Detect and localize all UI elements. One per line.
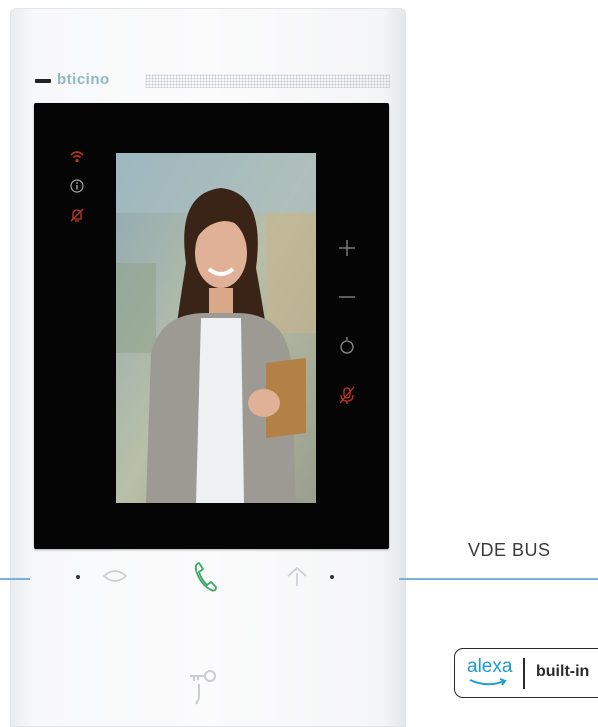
video-feed xyxy=(116,153,316,503)
divider-line xyxy=(399,578,598,580)
wifi-icon[interactable] xyxy=(69,149,85,165)
divider-line xyxy=(0,578,30,580)
visitor-video-image xyxy=(116,153,316,503)
screen-controls xyxy=(337,238,361,434)
led-dot xyxy=(330,575,334,579)
speaker-grille xyxy=(145,74,390,88)
intercom-screen xyxy=(34,103,389,549)
alexa-smile-icon xyxy=(469,678,507,686)
alexa-built-in-badge: alexa built-in xyxy=(454,648,598,698)
badge-separator xyxy=(523,658,525,689)
status-icons xyxy=(69,149,89,236)
bottom-button-row xyxy=(34,556,389,606)
stairlight-icon[interactable] xyxy=(284,564,310,588)
info-icon[interactable] xyxy=(69,178,85,194)
alexa-wordmark: alexa xyxy=(467,656,513,677)
video-intercom-device: bticino xyxy=(10,8,406,727)
mute-microphone-icon[interactable] xyxy=(337,385,357,405)
eye-icon[interactable] xyxy=(102,566,128,586)
volume-up-icon[interactable] xyxy=(337,238,357,258)
brightness-icon[interactable] xyxy=(337,336,357,356)
door-key-icon[interactable] xyxy=(186,668,222,712)
do-not-disturb-icon[interactable] xyxy=(69,207,85,223)
brand-logo: bticino xyxy=(57,71,110,88)
phone-icon[interactable] xyxy=(192,560,218,594)
led-indicator xyxy=(35,79,51,83)
volume-down-icon[interactable] xyxy=(337,287,357,307)
brand-row: bticino xyxy=(35,72,390,88)
built-in-label: built-in xyxy=(536,663,590,680)
system-label: VDE BUS xyxy=(468,540,551,560)
led-dot xyxy=(76,575,80,579)
